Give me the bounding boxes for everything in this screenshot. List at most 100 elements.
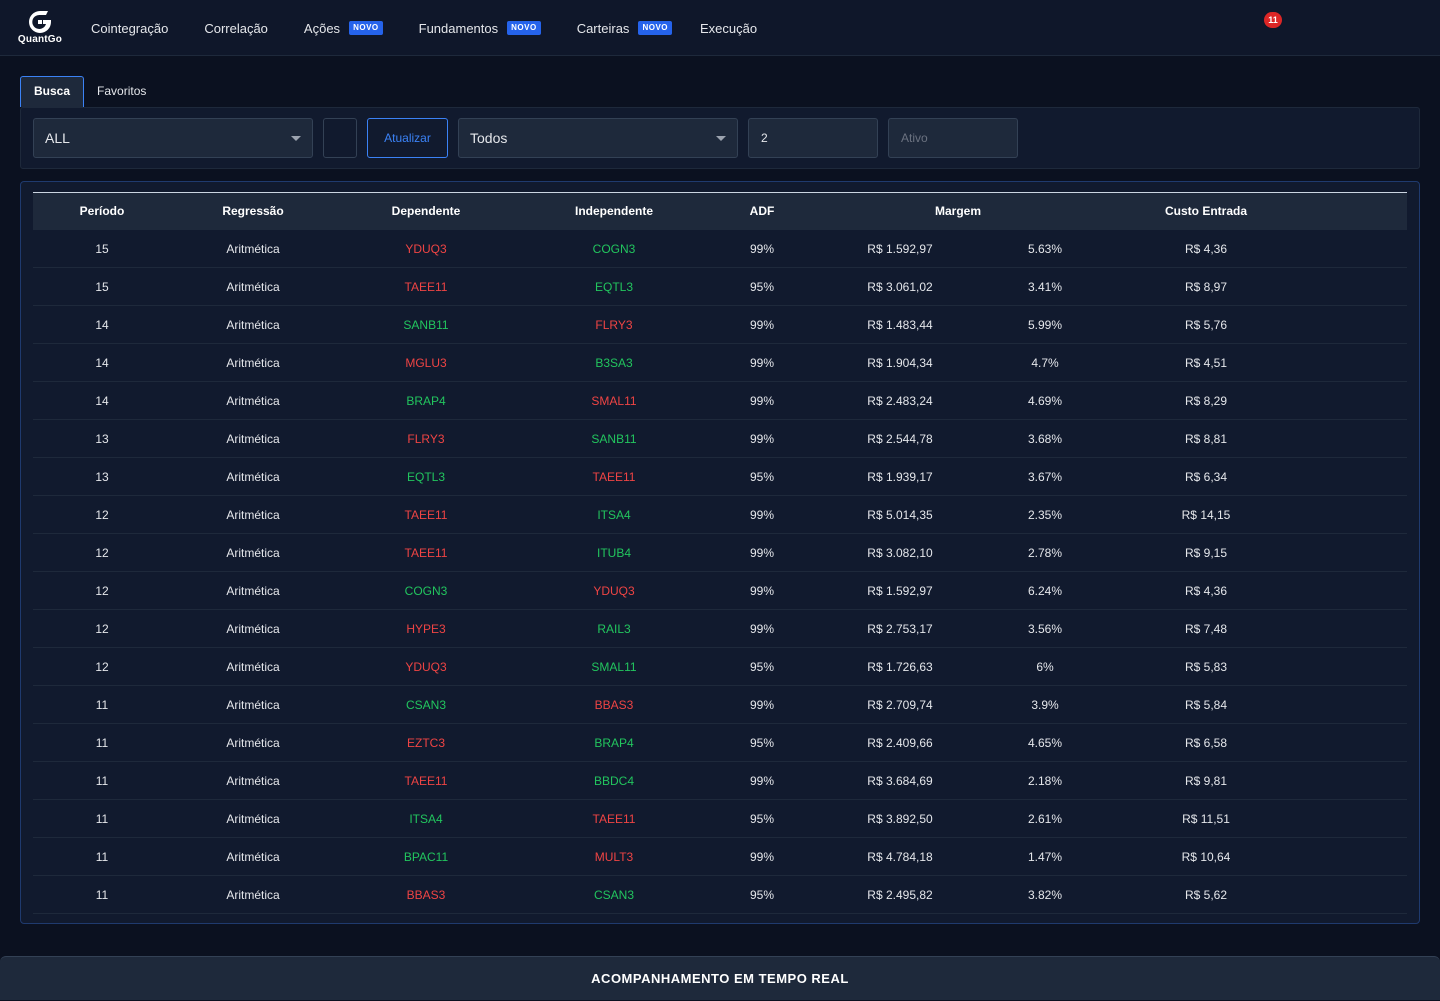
cell-dependente: EZTC3 [406,736,445,750]
type-select[interactable]: Todos [458,118,738,158]
header-adf[interactable]: ADF [732,193,792,230]
cell-margem-pct: 4.69% [1027,394,1063,408]
cell-custo-entrada: R$ 10,64 [1181,850,1231,864]
table-row[interactable]: 14 Aritmética SANB11 FLRY3 99% R$ 1.483,44 5.9… [33,306,1407,344]
nav-correlacao[interactable]: Correlação [204,21,268,36]
notification-badge[interactable]: 11 [1264,12,1282,28]
table-row[interactable]: 12 Aritmética TAEE11 ITSA4 99% R$ 5.014,35 2.3… [33,496,1407,534]
cell-independente: EQTL3 [594,280,633,294]
cell-independente: FLRY3 [595,318,633,332]
cell-periodo: 12 [95,660,109,674]
new-badge: NOVO [638,21,672,35]
cell-margem: R$ 4.784,18 [867,850,933,864]
cell-margem: R$ 1.904,34 [867,356,933,370]
cell-dependente: FLRY3 [407,432,445,446]
market-select[interactable]: ALL [33,118,313,158]
cell-periodo: 13 [95,432,109,446]
cell-custo-entrada: R$ 11,51 [1182,812,1230,826]
header-custo-entrada[interactable]: Custo Entrada [1146,193,1266,230]
cell-custo-entrada: R$ 8,29 [1184,394,1228,408]
cell-adf: 99% [749,242,775,256]
empty-toggle-button[interactable] [323,118,357,158]
cell-adf: 99% [749,318,775,332]
cell-regressao: Aritmética [226,584,280,598]
table-row[interactable]: 12 Aritmética COGN3 YDUQ3 99% R$ 1.592,97 6.24… [33,572,1407,610]
cell-independente: B3SA3 [595,356,633,370]
cell-custo-entrada: R$ 5,83 [1184,660,1228,674]
table-row[interactable]: 14 Aritmética BRAP4 SMAL11 99% R$ 2.483,24 4.6… [33,382,1407,420]
table-row[interactable]: 12 Aritmética TAEE11 ITUB4 99% R$ 3.082,10 2.7… [33,534,1407,572]
asset-input[interactable] [888,118,1018,158]
header-regressao[interactable]: Regressão [203,193,303,230]
table-row[interactable]: 11 Aritmética BPAC11 MULT3 99% R$ 4.784,18 1.4… [33,838,1407,876]
header-margem[interactable]: Margem [908,193,1008,230]
table-row[interactable]: 15 Aritmética TAEE11 EQTL3 95% R$ 3.061,02 3.4… [33,268,1407,306]
brand-logo[interactable]: QuantGo [14,9,66,49]
cell-adf: 95% [749,470,775,484]
cell-periodo: 12 [95,508,109,522]
cell-adf: 99% [749,432,775,446]
nav-carteiras[interactable]: Carteiras NOVO [577,21,672,36]
table-body: 15 Aritmética YDUQ3 COGN3 99% R$ 1.592,97 5.63… [33,230,1407,914]
nav-label: Correlação [204,20,268,36]
table-row[interactable]: 14 Aritmética MGLU3 B3SA3 99% R$ 1.904,34 4.7%… [33,344,1407,382]
number-input[interactable] [748,118,878,158]
cell-margem-pct: 2.61% [1027,812,1063,826]
cell-dependente: YDUQ3 [405,242,447,256]
table-row[interactable]: 11 Aritmética CSAN3 BBAS3 99% R$ 2.709,74 3.9%… [33,686,1407,724]
header-independente[interactable]: Independente [554,193,674,230]
cell-margem: R$ 2.753,17 [867,622,933,636]
header-periodo[interactable]: Período [52,193,152,230]
table-row[interactable]: 13 Aritmética EQTL3 TAEE11 95% R$ 1.939,17 3.6… [33,458,1407,496]
cell-regressao: Aritmética [226,622,280,636]
table-row[interactable]: 11 Aritmética ITSA4 TAEE11 95% R$ 3.892,50 2.6… [33,800,1407,838]
cell-custo-entrada: R$ 9,15 [1184,546,1228,560]
cell-adf: 99% [749,698,775,712]
nav-fundamentos[interactable]: Fundamentos NOVO [419,21,541,36]
cell-independente: CSAN3 [593,888,634,902]
nav-execucao[interactable]: Execução [700,21,757,36]
cell-independente: BBDC4 [593,774,634,788]
cell-margem: R$ 2.495,82 [867,888,933,902]
cell-custo-entrada: R$ 8,81 [1184,432,1228,446]
update-button[interactable]: Atualizar [367,118,448,158]
market-select-value: ALL [45,130,70,146]
cell-regressao: Aritmética [226,850,280,864]
nav-acoes[interactable]: Ações NOVO [304,21,383,36]
filter-panel: ALL Atualizar Todos [20,107,1420,169]
cell-adf: 99% [749,508,775,522]
cell-independente: TAEE11 [592,470,636,484]
table-row[interactable]: 11 Aritmética EZTC3 BRAP4 95% R$ 2.409,66 4.65… [33,724,1407,762]
cell-margem-pct: 3.56% [1027,622,1063,636]
cell-adf: 95% [749,280,775,294]
cell-dependente: TAEE11 [404,508,448,522]
tab-busca[interactable]: Busca [20,76,85,107]
cell-independente: COGN3 [592,242,636,256]
cell-custo-entrada: R$ 4,36 [1184,242,1228,256]
cell-regressao: Aritmética [226,470,280,484]
nav-cointegracao[interactable]: Cointegração [91,21,168,36]
table-row[interactable]: 15 Aritmética YDUQ3 COGN3 99% R$ 1.592,97 5.63… [33,230,1407,268]
table-row[interactable]: 12 Aritmética HYPE3 RAIL3 99% R$ 2.753,17 3.56… [33,610,1407,648]
cell-dependente: SANB11 [403,318,449,332]
cell-dependente: BBAS3 [406,888,446,902]
cell-regressao: Aritmética [226,736,280,750]
cell-margem-pct: 1.47% [1027,850,1063,864]
table-row[interactable]: 12 Aritmética YDUQ3 SMAL11 95% R$ 1.726,63 6% R… [33,648,1407,686]
chevron-down-icon [716,136,726,141]
cell-independente: ITUB4 [596,546,631,560]
table-row[interactable]: 11 Aritmética BBAS3 CSAN3 95% R$ 2.495,82 3.82… [33,876,1407,914]
cell-margem-pct: 5.99% [1027,318,1063,332]
table-row[interactable]: 13 Aritmética FLRY3 SANB11 99% R$ 2.544,78 3.6… [33,420,1407,458]
cell-regressao: Aritmética [226,508,280,522]
cell-periodo: 11 [95,888,109,902]
cell-periodo: 11 [95,850,109,864]
table-row[interactable]: 11 Aritmética TAEE11 BBDC4 99% R$ 3.684,69 2.1… [33,762,1407,800]
nav-label: Cointegração [91,20,169,36]
type-select-value: Todos [470,130,508,146]
tab-favoritos[interactable]: Favoritos [84,76,159,107]
cell-periodo: 11 [95,812,109,826]
realtime-tracking-bar[interactable]: ACOMPANHAMENTO EM TEMPO REAL [0,956,1440,1000]
cell-periodo: 12 [95,584,109,598]
header-dependente[interactable]: Dependente [376,193,476,230]
